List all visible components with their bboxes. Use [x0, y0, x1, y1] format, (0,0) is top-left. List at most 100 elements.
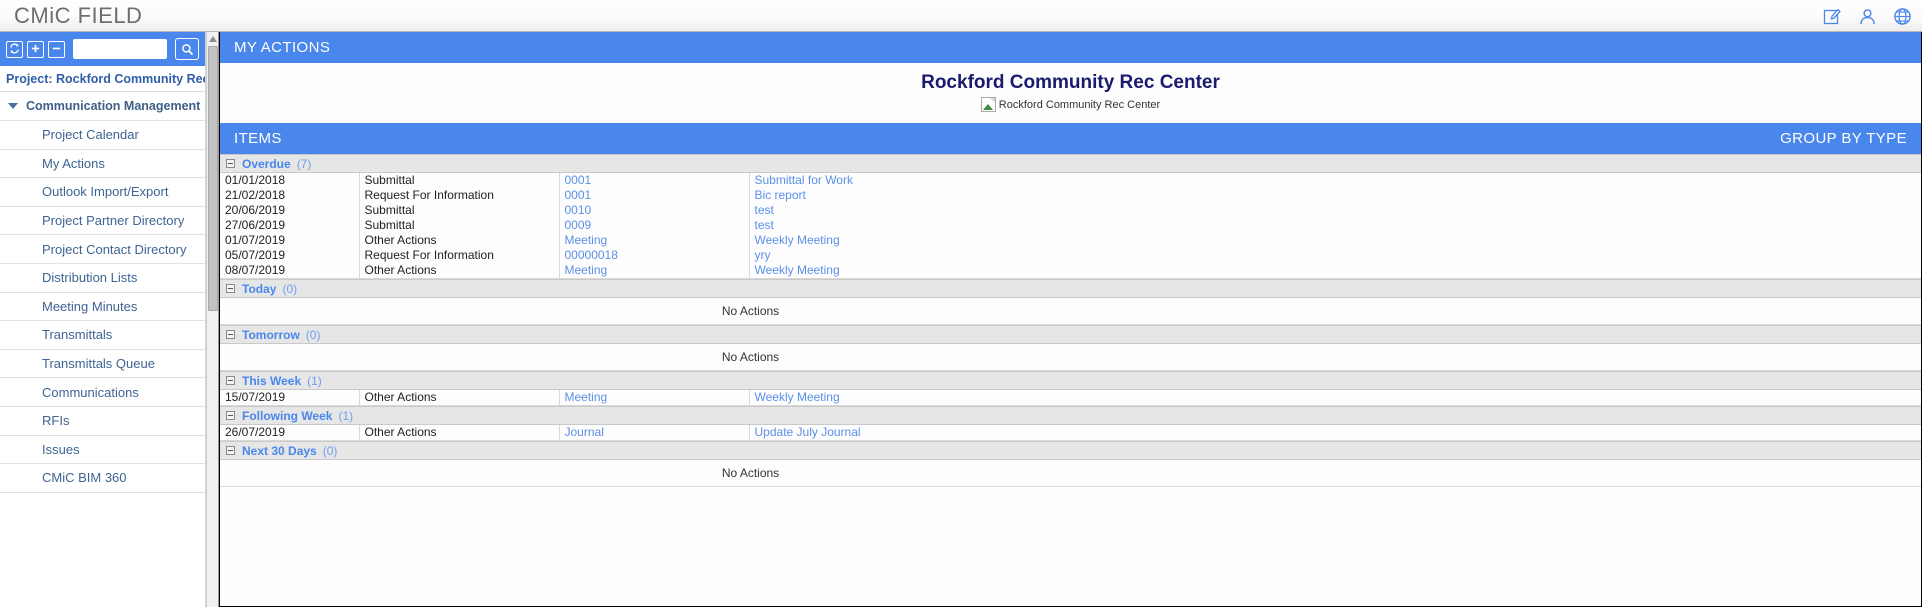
- cell-description[interactable]: Weekly Meeting: [749, 262, 1921, 278]
- sidebar-item-distribution-lists[interactable]: Distribution Lists: [0, 263, 205, 293]
- sidebar-item-project-calendar[interactable]: Project Calendar: [0, 121, 205, 150]
- group-count: (0): [322, 443, 338, 458]
- sidebar-item-my-actions[interactable]: My Actions: [0, 149, 205, 179]
- cell-type: Other Actions: [359, 232, 560, 248]
- cell-description[interactable]: test: [749, 217, 1921, 233]
- sidebar-item-transmittals[interactable]: Transmittals: [0, 321, 205, 350]
- sidebar-item-meeting-minutes[interactable]: Meeting Minutes: [0, 292, 205, 322]
- collapse-icon[interactable]: [226, 376, 235, 386]
- table-row[interactable]: 08/07/2019 Other Actions Meeting Weekly …: [220, 262, 1921, 278]
- cell-reference[interactable]: Meeting: [559, 232, 750, 248]
- cell-reference[interactable]: Meeting: [559, 262, 750, 278]
- group-header-this-week[interactable]: This Week (1): [220, 371, 1921, 391]
- sidebar-item-rfis[interactable]: RFIs: [0, 406, 205, 436]
- collapse-icon[interactable]: [226, 446, 235, 456]
- expand-all-icon[interactable]: [27, 40, 44, 58]
- collapse-icon[interactable]: [226, 159, 235, 168]
- sidebar-group-label: Communication Management: [26, 99, 201, 113]
- group-header-overdue[interactable]: Overdue (7): [220, 154, 1921, 173]
- sidebar-item-issues[interactable]: Issues: [0, 435, 205, 465]
- sidebar-group-communication-management[interactable]: Communication Management: [0, 92, 205, 121]
- scroll-up-icon[interactable]: [209, 36, 217, 42]
- cell-reference[interactable]: 00000018: [559, 247, 750, 263]
- group-header-tomorrow[interactable]: Tomorrow (0): [220, 325, 1921, 345]
- table-row[interactable]: 15/07/2019 Other Actions Meeting Weekly …: [220, 390, 1921, 405]
- group-rows-following-week: 26/07/2019 Other Actions Journal Update …: [220, 425, 1921, 442]
- cell-date: 05/07/2019: [220, 247, 360, 263]
- sidebar-item-label: Project Calendar: [42, 127, 139, 143]
- cell-description[interactable]: Update July Journal: [749, 425, 1921, 440]
- collapse-all-icon[interactable]: [48, 40, 65, 58]
- table-row[interactable]: 20/06/2019 Submittal 0010 test: [220, 202, 1921, 218]
- user-icon[interactable]: [1858, 7, 1877, 26]
- broken-image-icon: [980, 97, 996, 112]
- group-by-type-button[interactable]: GROUP BY TYPE: [1780, 130, 1907, 147]
- project-image-alt-text: Rockford Community Rec Center: [998, 98, 1161, 111]
- cell-reference[interactable]: 0010: [559, 202, 750, 218]
- cell-reference[interactable]: 0001: [559, 173, 750, 188]
- table-row[interactable]: 05/07/2019 Request For Information 00000…: [220, 247, 1921, 263]
- table-row[interactable]: 21/02/2018 Request For Information 0001 …: [220, 187, 1921, 203]
- sidebar-item-label: RFIs: [42, 413, 70, 429]
- cell-description[interactable]: yry: [749, 247, 1921, 263]
- sidebar-item-outlook-import-export[interactable]: Outlook Import/Export: [0, 178, 205, 207]
- cell-description[interactable]: Weekly Meeting: [749, 390, 1921, 405]
- scrollbar-thumb[interactable]: [208, 46, 218, 311]
- cell-date: 01/07/2019: [220, 232, 360, 248]
- cell-reference[interactable]: 0001: [559, 187, 750, 203]
- group-label: Tomorrow: [242, 327, 300, 342]
- refresh-icon[interactable]: [6, 40, 23, 58]
- group-header-following-week[interactable]: Following Week (1): [220, 406, 1921, 426]
- table-row[interactable]: 01/01/2018 Submittal 0001 Submittal for …: [220, 173, 1921, 188]
- group-header-today[interactable]: Today (0): [220, 279, 1921, 299]
- search-input[interactable]: [73, 39, 167, 59]
- cell-reference[interactable]: Meeting: [559, 390, 750, 405]
- group-label: Overdue: [242, 156, 291, 171]
- sidebar-item-project-partner-directory[interactable]: Project Partner Directory: [0, 206, 205, 236]
- cell-description[interactable]: Submittal for Work: [749, 173, 1921, 188]
- search-button[interactable]: [175, 38, 199, 60]
- cell-description[interactable]: test: [749, 202, 1921, 218]
- cell-description[interactable]: Weekly Meeting: [749, 232, 1921, 248]
- sidebar-item-project-contact-directory[interactable]: Project Contact Directory: [0, 235, 205, 264]
- cell-description[interactable]: Bic report: [749, 187, 1921, 203]
- compose-icon[interactable]: [1823, 7, 1842, 26]
- sidebar-item-cmic-bim-360[interactable]: CMiC BIM 360: [0, 464, 205, 493]
- sidebar-item-label: Meeting Minutes: [42, 298, 138, 314]
- table-row[interactable]: 26/07/2019 Other Actions Journal Update …: [220, 425, 1921, 440]
- items-band: ITEMS GROUP BY TYPE: [220, 123, 1921, 154]
- cell-type: Submittal: [359, 202, 560, 218]
- group-label: Next 30 Days: [242, 443, 317, 458]
- collapse-icon[interactable]: [226, 284, 235, 294]
- cell-date: 01/01/2018: [220, 173, 360, 188]
- sidebar-item-label: Project Partner Directory: [42, 213, 185, 229]
- sidebar-item-label: Outlook Import/Export: [42, 184, 169, 200]
- search-icon: [181, 43, 193, 55]
- cell-date: 27/06/2019: [220, 217, 360, 233]
- cell-reference[interactable]: Journal: [559, 425, 750, 440]
- sidebar-scrollbar[interactable]: [206, 32, 219, 607]
- project-image-placeholder: Rockford Community Rec Center: [980, 97, 1161, 112]
- sidebar-item-communications[interactable]: Communications: [0, 378, 205, 407]
- group-count: (1): [307, 373, 322, 388]
- sidebar-item-label: Communications: [42, 384, 139, 400]
- cell-type: Submittal: [359, 217, 560, 233]
- collapse-icon[interactable]: [226, 411, 235, 421]
- project-title-zone: Rockford Community Rec Center Rockford C…: [220, 63, 1921, 123]
- collapse-icon[interactable]: [226, 330, 235, 340]
- sidebar-item-label: Project Contact Directory: [42, 241, 187, 257]
- sidebar-item-label: My Actions: [42, 155, 105, 171]
- table-row[interactable]: 27/06/2019 Submittal 0009 test: [220, 217, 1921, 233]
- cell-type: Request For Information: [359, 247, 560, 263]
- sidebar-toolbar: [0, 32, 205, 66]
- globe-icon[interactable]: [1893, 7, 1912, 26]
- cell-type: Other Actions: [359, 425, 560, 440]
- group-header-next-30-days[interactable]: Next 30 Days (0): [220, 441, 1921, 461]
- cell-type: Request For Information: [359, 187, 560, 203]
- sidebar-item-transmittals-queue[interactable]: Transmittals Queue: [0, 349, 205, 379]
- cell-reference[interactable]: 0009: [559, 217, 750, 233]
- items-title: ITEMS: [234, 130, 282, 147]
- my-actions-band: MY ACTIONS: [220, 32, 1921, 63]
- table-row[interactable]: 01/07/2019 Other Actions Meeting Weekly …: [220, 232, 1921, 248]
- app-logo: CMiC FIELD: [14, 2, 143, 28]
